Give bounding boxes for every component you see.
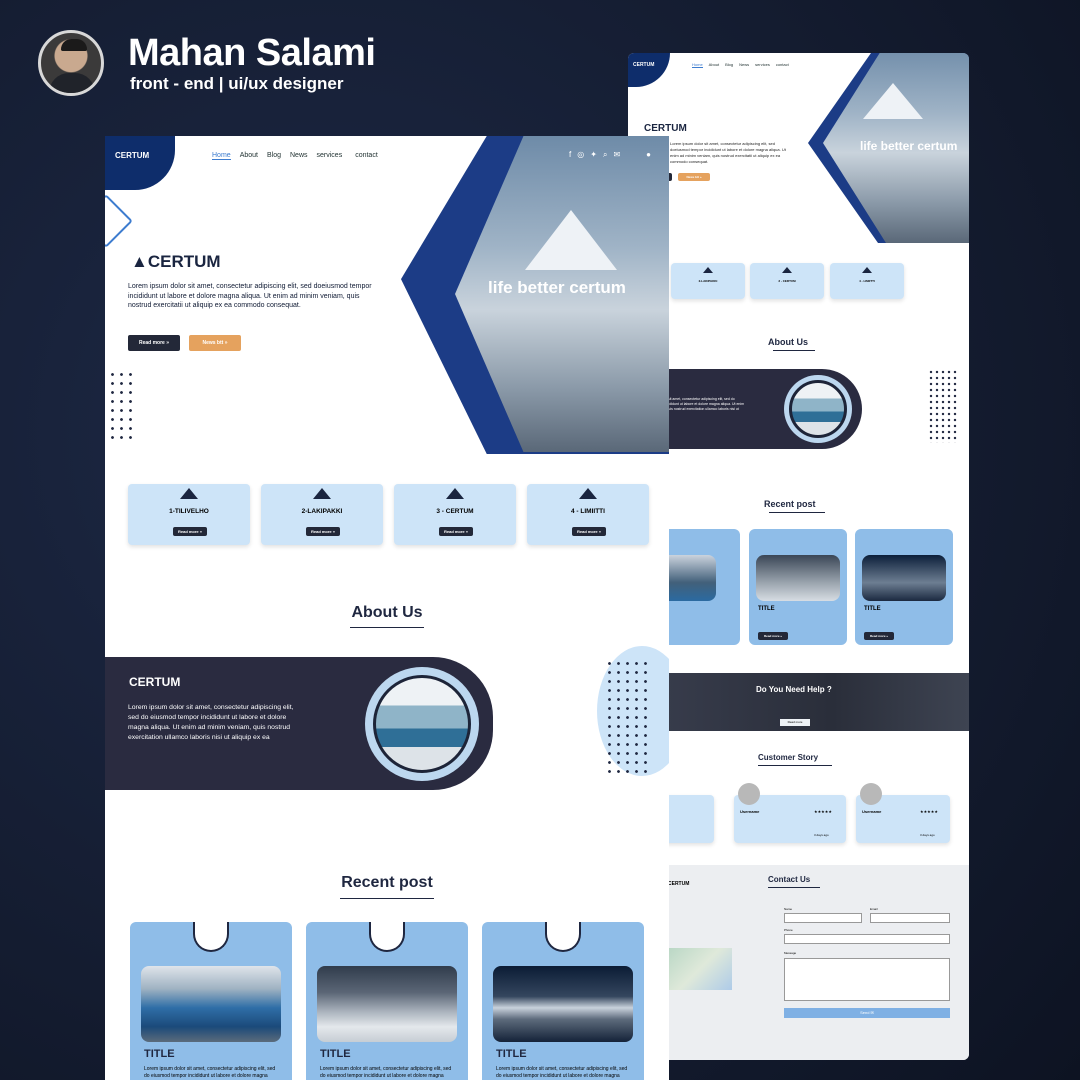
post-card[interactable]: TITLE Lorem ipsum dolor sit amet, consec… <box>306 922 468 1080</box>
mountain-icon <box>369 922 405 952</box>
testimonial-card: Username ★★★★★ 3 days ago <box>734 783 846 843</box>
feature-card[interactable]: 3 - CERTUM Read more » <box>394 484 516 545</box>
designer-role: front - end | ui/ux designer <box>130 74 344 93</box>
phone-field[interactable] <box>784 934 950 944</box>
hero-body: Lorem ipsum dolor sit amet, consectetur … <box>670 141 786 164</box>
office-photo <box>365 667 479 781</box>
post-card[interactable]: TITLE Read more » <box>749 529 847 645</box>
feature-card[interactable]: 4 - LIMIITTI Read more » <box>527 484 649 545</box>
dots-decoration <box>928 369 958 443</box>
search-icon[interactable]: ⌕ <box>603 150 607 160</box>
name-field[interactable] <box>784 913 862 923</box>
dots-decoration <box>108 370 132 440</box>
nav-blog[interactable]: Blog <box>267 152 281 160</box>
read-more-button[interactable]: Read more » <box>128 335 180 351</box>
help-banner: Do You Need Help ? Read more <box>628 673 969 731</box>
designer-name: Mahan Salami <box>128 32 376 74</box>
twitter-icon[interactable]: ✦ <box>590 150 597 160</box>
main-nav: Home About Blog News services contact <box>692 62 789 68</box>
nav-news[interactable]: News <box>739 62 749 68</box>
mountain-icon <box>193 922 229 952</box>
feature-card[interactable]: 1-TILIVELHO Read more » <box>128 484 250 545</box>
about-title: About Us <box>768 337 808 347</box>
send-button[interactable]: Send ✉ <box>784 1008 950 1018</box>
feature-card[interactable]: 4 - LIMIITTI <box>830 263 904 299</box>
hero-brand: CERTUM <box>644 123 687 134</box>
nav-about[interactable]: About <box>709 62 719 68</box>
user-icon[interactable]: ● <box>646 150 651 160</box>
designer-avatar <box>38 30 104 96</box>
facebook-icon[interactable]: f <box>569 150 571 160</box>
nav-blog[interactable]: Blog <box>725 62 733 68</box>
mockup-page-front: CERTUM Home About Blog News services con… <box>105 136 669 1080</box>
logo-tab: CERTUM <box>105 136 175 190</box>
nav-about[interactable]: About <box>240 152 258 160</box>
about-title: About Us <box>351 604 423 621</box>
social-icons: f ◎ ✦ ⌕ ✉ ● <box>569 150 651 160</box>
nav-home[interactable]: Home <box>212 152 231 160</box>
hero-tagline: life better certum <box>488 278 626 297</box>
nav-services[interactable]: services <box>755 62 770 68</box>
nav-contact[interactable]: contact <box>355 152 378 160</box>
message-field[interactable] <box>784 958 950 1001</box>
help-button[interactable]: Read more <box>780 719 810 726</box>
post-card[interactable]: TITLE Read more » <box>855 529 953 645</box>
customer-title: Customer Story <box>758 753 819 762</box>
nav-home[interactable]: Home <box>692 62 703 68</box>
news-button[interactable]: News btt » <box>189 335 241 351</box>
feature-card[interactable]: 2-LAKIPAKKI <box>671 263 745 299</box>
hero-tagline: life better certum <box>860 139 958 153</box>
read-more-button[interactable]: Read more » <box>173 527 207 536</box>
decor-diamond <box>105 194 133 248</box>
feature-card[interactable]: 3 - CERTUM <box>750 263 824 299</box>
mountain-icon <box>545 922 581 952</box>
logo-text: CERTUM <box>633 62 655 68</box>
mockup-page-back: CERTUM Home About Blog News services con… <box>628 53 969 1060</box>
recent-title: Recent post <box>764 499 816 509</box>
nav-services[interactable]: services <box>317 152 343 160</box>
recent-title: Recent post <box>341 874 433 891</box>
email-field[interactable] <box>870 913 950 923</box>
logo-tab: CERTUM <box>628 53 670 87</box>
read-more-button[interactable]: Read more » <box>572 527 606 536</box>
news-button[interactable]: News btt » <box>678 173 710 181</box>
nav-news[interactable]: News <box>290 152 308 160</box>
main-nav: Home About Blog News services contact <box>212 152 378 160</box>
instagram-icon[interactable]: ◎ <box>577 150 584 160</box>
read-more-button[interactable]: Read more » <box>306 527 340 536</box>
about-body: Lorem ipsum dolor sit amet, consectetur … <box>128 704 294 741</box>
logo-text: CERTUM <box>115 151 150 160</box>
post-card[interactable]: TITLE Lorem ipsum dolor sit amet, consec… <box>130 922 292 1080</box>
feature-card[interactable]: 2-LAKIPAKKI Read more » <box>261 484 383 545</box>
read-more-button[interactable]: Read more » <box>439 527 473 536</box>
contact-section: Contact Us CERTUM Name Email Phone Messa… <box>628 865 969 1060</box>
nav-contact[interactable]: contact <box>776 62 789 68</box>
about-brand: CERTUM <box>129 675 181 689</box>
hero-body: Lorem ipsum dolor sit amet, consectetur … <box>128 283 372 310</box>
map <box>668 948 732 990</box>
dots-decoration <box>605 659 651 777</box>
testimonial-card: Username ★★★★★ 3 days ago <box>856 783 950 843</box>
hero-brand: ▲CERTUM <box>131 252 221 271</box>
mail-icon[interactable]: ✉ <box>613 150 620 160</box>
about-section: CERTUM Lorem ipsum dolor sit amet, conse… <box>105 657 493 790</box>
post-card[interactable]: TITLE Lorem ipsum dolor sit amet, consec… <box>482 922 644 1080</box>
